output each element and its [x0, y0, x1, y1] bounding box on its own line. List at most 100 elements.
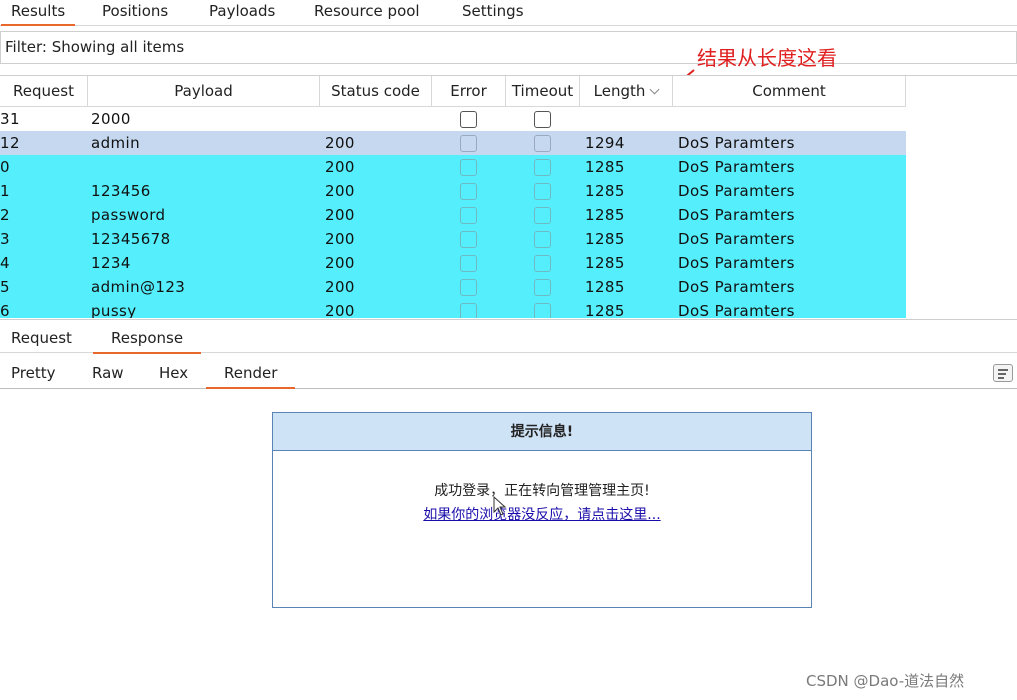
column-header-timeout[interactable]: Timeout	[506, 76, 580, 107]
cell-length: 1285	[585, 302, 625, 318]
cell-comment: DoS Paramters	[678, 278, 795, 296]
cell-length: 1285	[585, 182, 625, 200]
cell-comment: DoS Paramters	[678, 182, 795, 200]
table-header: Request Payload Status code Error Timeou…	[0, 76, 906, 107]
cell-comment: DoS Paramters	[678, 158, 795, 176]
table-body: 31 2000 12 admin 200 1294 DoS Paramters 0 200 128…	[0, 107, 1017, 318]
error-checkbox[interactable]	[460, 183, 477, 200]
cell-length: 1285	[585, 278, 625, 296]
cell-payload: pussy	[91, 302, 137, 318]
mouse-cursor-icon	[493, 496, 507, 516]
timeout-checkbox[interactable]	[534, 255, 551, 272]
table-row[interactable]: 12 admin 200 1294 DoS Paramters	[0, 131, 906, 155]
cell-status-code: 200	[325, 278, 355, 296]
table-row[interactable]: 4 1234 200 1285 DoS Paramters	[0, 251, 906, 275]
table-row[interactable]: 3 12345678 200 1285 DoS Paramters	[0, 227, 906, 251]
column-header-error[interactable]: Error	[432, 76, 506, 107]
timeout-checkbox[interactable]	[534, 111, 551, 128]
tab-response[interactable]: Response	[92, 320, 202, 354]
annotation-note: 结果从长度这看	[697, 46, 837, 70]
error-checkbox[interactable]	[460, 111, 477, 128]
column-header-comment[interactable]: Comment	[673, 76, 906, 107]
cell-payload: 123456	[91, 182, 151, 200]
error-checkbox[interactable]	[460, 159, 477, 176]
view-tab-bar: Pretty Raw Hex Render	[0, 355, 1017, 389]
message-tab-bar: Request Response	[0, 319, 1017, 354]
timeout-checkbox[interactable]	[534, 183, 551, 200]
cell-request: 4	[0, 254, 10, 272]
table-row[interactable]: 6 pussy 200 1285 DoS Paramters	[0, 299, 906, 318]
cell-payload: admin	[91, 134, 140, 152]
cell-status-code: 200	[325, 230, 355, 248]
error-checkbox[interactable]	[460, 207, 477, 224]
error-checkbox[interactable]	[460, 303, 477, 318]
table-row[interactable]: 5 admin@123 200 1285 DoS Paramters	[0, 275, 906, 299]
cell-payload: password	[91, 206, 166, 224]
tab-raw[interactable]: Raw	[92, 355, 124, 389]
cell-length: 1285	[585, 230, 625, 248]
cell-comment: DoS Paramters	[678, 134, 795, 152]
cell-comment: DoS Paramters	[678, 230, 795, 248]
cell-request: 3	[0, 230, 10, 248]
timeout-checkbox[interactable]	[534, 207, 551, 224]
table-row[interactable]: 31 2000	[0, 107, 906, 131]
cell-request: 5	[0, 278, 10, 296]
tab-positions[interactable]: Positions	[102, 0, 168, 26]
cell-status-code: 200	[325, 134, 355, 152]
cell-length: 1285	[585, 206, 625, 224]
cell-status-code: 200	[325, 182, 355, 200]
render-panel: 提示信息! 成功登录，正在转向管理管理主页! 如果你的浏览器没反应，请点击这里.…	[0, 390, 1017, 700]
table-row[interactable]: 2 password 200 1285 DoS Paramters	[0, 203, 906, 227]
cell-payload: 1234	[91, 254, 131, 272]
column-header-length[interactable]: Length	[580, 76, 673, 107]
error-checkbox[interactable]	[460, 135, 477, 152]
error-checkbox[interactable]	[460, 231, 477, 248]
cell-length: 1285	[585, 158, 625, 176]
message-body: 成功登录，正在转向管理管理主页! 如果你的浏览器没反应，请点击这里...	[273, 451, 811, 527]
table-row[interactable]: 0 200 1285 DoS Paramters	[0, 155, 906, 179]
timeout-checkbox[interactable]	[534, 159, 551, 176]
watermark: CSDN @Dao-道法自然	[806, 672, 965, 690]
tab-hex[interactable]: Hex	[159, 355, 188, 389]
cell-request: 12	[0, 134, 20, 152]
cell-payload: 12345678	[91, 230, 171, 248]
cell-request: 0	[0, 158, 10, 176]
wrap-lines-icon[interactable]	[993, 364, 1013, 382]
timeout-checkbox[interactable]	[534, 303, 551, 318]
column-header-payload[interactable]: Payload	[88, 76, 320, 107]
error-checkbox[interactable]	[460, 255, 477, 272]
cell-length: 1285	[585, 254, 625, 272]
cell-payload: admin@123	[91, 278, 186, 296]
results-table: Request Payload Status code Error Timeou…	[0, 75, 1017, 318]
tab-results[interactable]: Results	[0, 0, 76, 26]
cell-status-code: 200	[325, 158, 355, 176]
cell-status-code: 200	[325, 302, 355, 318]
tab-render[interactable]: Render	[205, 355, 296, 389]
column-header-status-code[interactable]: Status code	[320, 76, 432, 107]
message-title: 提示信息!	[273, 413, 811, 451]
filter-bar[interactable]: Filter: Showing all items	[0, 31, 1017, 64]
cell-comment: DoS Paramters	[678, 254, 795, 272]
cell-comment: DoS Paramters	[678, 206, 795, 224]
cell-request: 1	[0, 182, 10, 200]
cell-payload: 2000	[91, 110, 131, 128]
timeout-checkbox[interactable]	[534, 135, 551, 152]
timeout-checkbox[interactable]	[534, 231, 551, 248]
redirect-link[interactable]: 如果你的浏览器没反应，请点击这里...	[273, 503, 811, 527]
message-box: 提示信息! 成功登录，正在转向管理管理主页! 如果你的浏览器没反应，请点击这里.…	[272, 412, 812, 608]
tab-resource-pool[interactable]: Resource pool	[314, 0, 420, 26]
tab-payloads[interactable]: Payloads	[209, 0, 275, 26]
cell-status-code: 200	[325, 254, 355, 272]
timeout-checkbox[interactable]	[534, 279, 551, 296]
cell-length: 1294	[585, 134, 625, 152]
sort-chevron-icon	[649, 84, 660, 95]
column-header-request[interactable]: Request	[0, 76, 88, 107]
cell-request: 31	[0, 110, 20, 128]
cell-request: 6	[0, 302, 10, 318]
tab-pretty[interactable]: Pretty	[11, 355, 56, 389]
error-checkbox[interactable]	[460, 279, 477, 296]
table-row[interactable]: 1 123456 200 1285 DoS Paramters	[0, 179, 906, 203]
message-text: 成功登录，正在转向管理管理主页!	[434, 483, 650, 499]
tab-settings[interactable]: Settings	[462, 0, 524, 26]
tab-request[interactable]: Request	[11, 320, 72, 354]
